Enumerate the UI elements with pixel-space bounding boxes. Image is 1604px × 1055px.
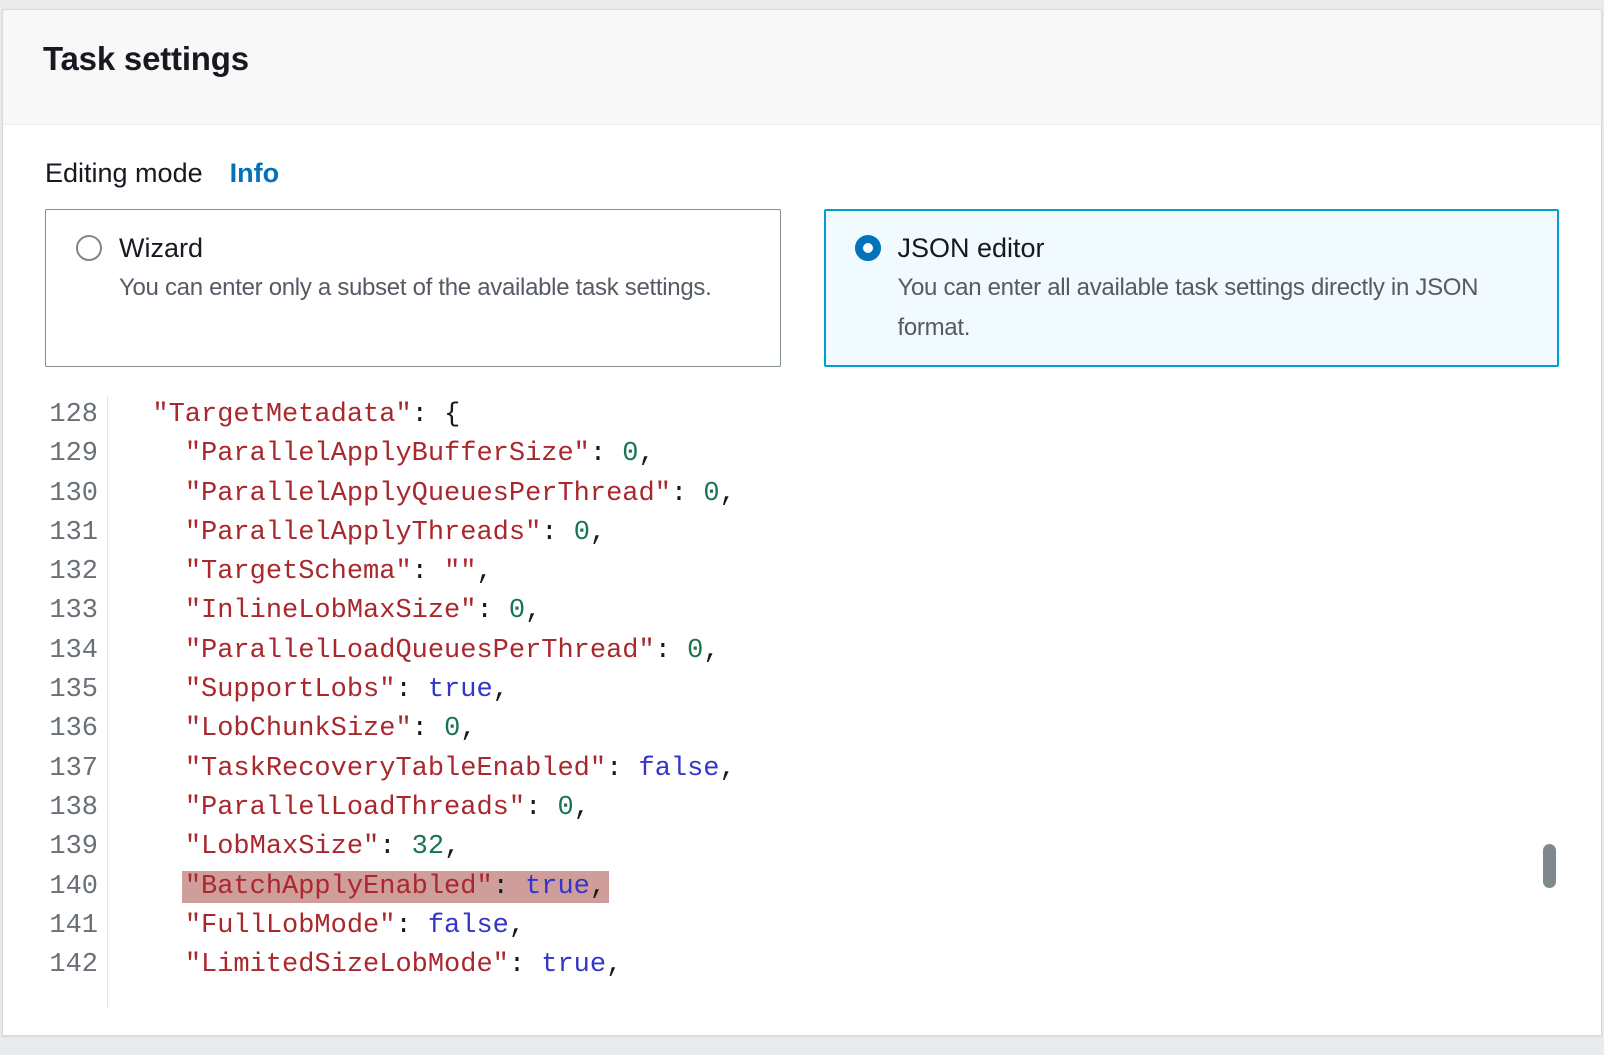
- line-number: 132: [45, 553, 108, 592]
- code-lines: 128 "TargetMetadata": {129 "ParallelAppl…: [45, 396, 1559, 1008]
- code-line: 141 "FullLobMode": false,: [45, 907, 1559, 946]
- code-text: "ParallelApplyBufferSize": 0,: [108, 435, 655, 474]
- line-number: 136: [45, 710, 108, 749]
- panel-content: Editing mode Info Wizard You can enter on…: [3, 125, 1601, 1008]
- code-text: "TaskRecoveryTableEnabled": false,: [108, 750, 736, 789]
- line-number: 133: [45, 592, 108, 631]
- info-link[interactable]: Info: [230, 158, 279, 188]
- editing-mode-label: Editing mode: [45, 158, 203, 188]
- radio-button-unselected-icon[interactable]: [76, 235, 102, 261]
- line-number: 140: [45, 868, 108, 907]
- line-number: 139: [45, 828, 108, 867]
- code-text: "BatchApplyEnabled": true,: [108, 868, 606, 907]
- line-number: 138: [45, 789, 108, 828]
- scrollbar-thumb[interactable]: [1543, 844, 1556, 888]
- option-label: JSON editor: [898, 230, 1479, 266]
- code-text: "TargetSchema": "",: [108, 553, 493, 592]
- line-number: 130: [45, 475, 108, 514]
- task-settings-panel: Task settings Editing mode Info Wizard Yo…: [2, 9, 1602, 1036]
- line-number: 135: [45, 671, 108, 710]
- code-line: 128 "TargetMetadata": {: [45, 396, 1559, 435]
- code-text: "SupportLobs": true,: [108, 671, 509, 710]
- line-number: 128: [45, 396, 108, 435]
- panel-title: Task settings: [43, 40, 1561, 78]
- code-line: 130 "ParallelApplyQueuesPerThread": 0,: [45, 475, 1559, 514]
- editing-mode-options: Wizard You can enter only a subset of th…: [45, 209, 1559, 367]
- panel-header: Task settings: [3, 10, 1601, 125]
- code-line: 134 "ParallelLoadQueuesPerThread": 0,: [45, 632, 1559, 671]
- code-text: "FullLobMode": false,: [108, 907, 525, 946]
- code-line: 140 "BatchApplyEnabled": true,: [45, 868, 1559, 907]
- line-number: 131: [45, 514, 108, 553]
- json-code-editor[interactable]: 128 "TargetMetadata": {129 "ParallelAppl…: [45, 396, 1559, 1008]
- code-text: "LobChunkSize": 0,: [108, 710, 476, 749]
- code-line: 133 "InlineLobMaxSize": 0,: [45, 592, 1559, 631]
- code-text: "ParallelApplyQueuesPerThread": 0,: [108, 475, 736, 514]
- code-line: 132 "TargetSchema": "",: [45, 553, 1559, 592]
- line-number: 141: [45, 907, 108, 946]
- line-number: 129: [45, 435, 108, 474]
- option-label: Wizard: [119, 230, 711, 266]
- code-line: 131 "ParallelApplyThreads": 0,: [45, 514, 1559, 553]
- line-number: 142: [45, 946, 108, 985]
- line-number: 134: [45, 632, 108, 671]
- code-text: "InlineLobMaxSize": 0,: [108, 592, 541, 631]
- code-text: "TargetMetadata": {: [108, 396, 460, 435]
- code-text: "ParallelLoadQueuesPerThread": 0,: [108, 632, 720, 671]
- editing-mode-option-json-editor[interactable]: JSON editor You can enter all available …: [824, 209, 1560, 367]
- editing-mode-option-wizard[interactable]: Wizard You can enter only a subset of th…: [45, 209, 781, 367]
- editing-mode-field: Editing mode Info: [45, 125, 1559, 191]
- code-line: 142 "LimitedSizeLobMode": true,: [45, 946, 1559, 985]
- code-line-stub: [45, 985, 1559, 1008]
- code-text: "LimitedSizeLobMode": true,: [108, 946, 622, 985]
- code-text: "ParallelApplyThreads": 0,: [108, 514, 606, 553]
- code-line: 135 "SupportLobs": true,: [45, 671, 1559, 710]
- code-line: 137 "TaskRecoveryTableEnabled": false,: [45, 750, 1559, 789]
- code-text: "LobMaxSize": 32,: [108, 828, 460, 867]
- code-line: 136 "LobChunkSize": 0,: [45, 710, 1559, 749]
- option-description: You can enter only a subset of the avail…: [119, 268, 711, 308]
- code-line: 138 "ParallelLoadThreads": 0,: [45, 789, 1559, 828]
- highlighted-code: "BatchApplyEnabled": true,: [182, 871, 609, 903]
- line-number: 137: [45, 750, 108, 789]
- option-description: You can enter all available task setting…: [898, 268, 1479, 348]
- radio-button-selected-icon[interactable]: [855, 235, 881, 261]
- code-line: 129 "ParallelApplyBufferSize": 0,: [45, 435, 1559, 474]
- code-line: 139 "LobMaxSize": 32,: [45, 828, 1559, 867]
- code-text: "ParallelLoadThreads": 0,: [108, 789, 590, 828]
